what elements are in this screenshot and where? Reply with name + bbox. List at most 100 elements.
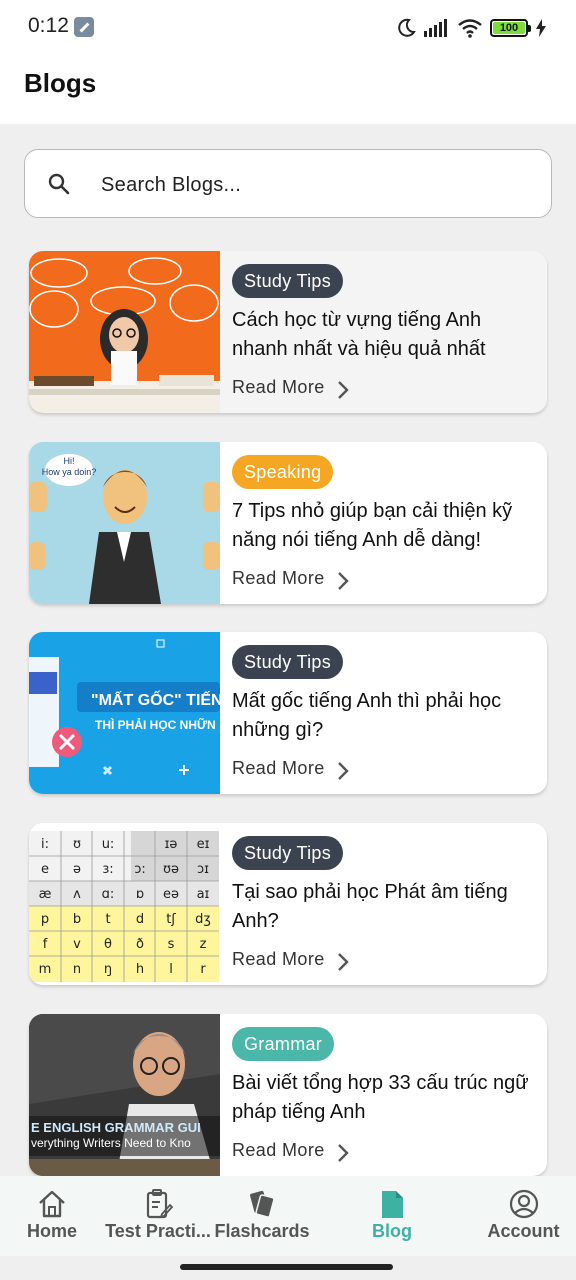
blog-card[interactable]: Study Tips Cách học từ vựng tiếng Anh nh… — [29, 251, 547, 413]
blog-thumbnail: "MẤT GỐC" TIẾNG THÌ PHẢI HỌC NHỮN — [29, 632, 220, 794]
status-time: 0:12 — [28, 14, 69, 37]
svg-text:ŋ: ŋ — [104, 962, 112, 977]
cards-icon — [250, 1190, 275, 1218]
read-more-link[interactable]: Read More — [232, 758, 325, 779]
chevron-right-icon[interactable] — [336, 380, 350, 400]
search-placeholder: Search Blogs... — [101, 174, 242, 196]
svg-text:ɑ:: ɑ: — [102, 887, 115, 902]
status-bar: 0:12 100 — [0, 0, 576, 56]
nav-label: Account — [487, 1221, 560, 1241]
thumb-heading: "MẤT GỐC" TIẾNG — [91, 689, 220, 709]
blog-card[interactable]: "MẤT GỐC" TIẾNG THÌ PHẢI HỌC NHỮN Study … — [29, 632, 547, 794]
blog-thumbnail — [29, 251, 220, 413]
nav-label: Test Practi... — [105, 1221, 211, 1241]
nav-home[interactable]: Home — [0, 1176, 104, 1256]
svg-text:ɪə: ɪə — [165, 837, 178, 852]
read-more-link[interactable]: Read More — [232, 1140, 325, 1161]
blog-title: Cách học từ vựng tiếng Anh nhanh nhất và… — [232, 309, 486, 360]
svg-text:dʒ: dʒ — [195, 912, 211, 927]
nav-flashcards[interactable]: Flashcards — [212, 1176, 312, 1256]
thumb-banner: E ENGLISH GRAMMAR GUI — [31, 1120, 201, 1135]
read-more-link[interactable]: Read More — [232, 377, 325, 398]
svg-text:θ: θ — [104, 937, 112, 952]
nav-label: Flashcards — [214, 1221, 310, 1241]
nav-label: Home — [26, 1221, 77, 1241]
nav-test-practice[interactable]: Test Practi... — [104, 1176, 212, 1256]
blog-card[interactable]: E ENGLISH GRAMMAR GUI verything Writers … — [29, 1014, 547, 1176]
chevron-right-icon[interactable] — [336, 761, 350, 781]
svg-text:p: p — [41, 912, 49, 927]
charging-icon — [536, 19, 546, 37]
search-input[interactable]: Search Blogs... — [24, 149, 552, 218]
category-tag: Study Tips — [232, 836, 344, 870]
wifi-icon — [458, 19, 482, 38]
wrench-icon — [74, 17, 94, 37]
category-tag: Study Tips — [232, 645, 344, 679]
moon-icon — [398, 18, 416, 37]
svg-text:m: m — [39, 962, 52, 977]
svg-text:s: s — [168, 937, 175, 952]
svg-text:ə: ə — [73, 862, 81, 877]
svg-text:l: l — [169, 962, 173, 977]
chevron-right-icon[interactable] — [336, 1143, 350, 1163]
thumb-banner-sub: verything Writers Need to Kno — [31, 1136, 191, 1150]
svg-text:eə: eə — [163, 887, 179, 902]
svg-text:d: d — [136, 912, 144, 927]
search-icon — [48, 173, 70, 195]
home-indicator[interactable] — [180, 1264, 393, 1270]
svg-text:ɔɪ: ɔɪ — [197, 862, 209, 877]
thumb-subheading: THÌ PHẢI HỌC NHỮN — [95, 717, 216, 732]
svg-text:b: b — [73, 912, 81, 927]
svg-text:r: r — [200, 962, 206, 977]
category-tag: Study Tips — [232, 264, 344, 298]
svg-text:ʊ: ʊ — [73, 837, 81, 852]
nav-label: Blog — [372, 1221, 412, 1241]
svg-text:ʌ: ʌ — [73, 887, 81, 902]
svg-text:ʊə: ʊə — [163, 862, 179, 877]
read-more-link[interactable]: Read More — [232, 568, 325, 589]
page-title: Blogs — [24, 68, 97, 98]
app-header: Blogs — [0, 56, 576, 124]
svg-text:ɜ:: ɜ: — [102, 862, 113, 877]
blog-thumbnail: E ENGLISH GRAMMAR GUI verything Writers … — [29, 1014, 220, 1176]
svg-text:v: v — [73, 937, 81, 952]
svg-text:f: f — [43, 937, 48, 952]
svg-text:eɪ: eɪ — [197, 837, 210, 852]
svg-text:aɪ: aɪ — [197, 887, 210, 902]
speech-bubble-line1: Hi! — [64, 456, 75, 466]
svg-text:tʃ: tʃ — [166, 912, 176, 927]
bottom-navigation: Home Test Practi... Flashcards Blog Acco… — [0, 1176, 576, 1256]
document-icon — [382, 1191, 403, 1218]
blog-thumbnail: Hi! How ya doin? — [29, 442, 220, 604]
home-icon — [39, 1190, 65, 1218]
blog-thumbnail: i: ʊ u: ɪə eɪ e ə ɜ: ɔ: ʊə ɔɪ æ ʌ ɑ: ɒ eə aɪ p b t d tʃ dʒ … — [29, 823, 220, 985]
nav-account[interactable]: Account — [476, 1176, 571, 1256]
read-more-link[interactable]: Read More — [232, 949, 325, 970]
blog-card[interactable]: Hi! How ya doin? Speaking 7 Tips nhỏ giú… — [29, 442, 547, 604]
svg-text:e: e — [41, 862, 49, 877]
nav-blog[interactable]: Blog — [352, 1176, 432, 1256]
chevron-right-icon[interactable] — [336, 571, 350, 591]
svg-text:t: t — [105, 912, 110, 927]
svg-text:ɔ:: ɔ: — [134, 862, 146, 877]
blog-title: Bài viết tổng hợp 33 cấu trúc ngữ pháp t… — [232, 1072, 529, 1123]
chevron-right-icon[interactable] — [336, 952, 350, 972]
signal-icon — [424, 19, 447, 37]
svg-text:h: h — [136, 962, 144, 977]
blog-card[interactable]: i: ʊ u: ɪə eɪ e ə ɜ: ɔ: ʊə ɔɪ æ ʌ ɑ: ɒ eə aɪ p b t d tʃ dʒ … — [29, 823, 547, 985]
svg-text:u:: u: — [102, 837, 115, 852]
blog-title: 7 Tips nhỏ giúp bạn cải thiện kỹ năng nó… — [232, 500, 513, 551]
svg-text:n: n — [73, 962, 81, 977]
svg-text:ð: ð — [136, 937, 144, 952]
svg-text:æ: æ — [39, 887, 52, 902]
battery-level: 100 — [493, 22, 525, 34]
blog-title: Tại sao phải học Phát âm tiếng Anh? — [232, 881, 508, 932]
speech-bubble-line2: How ya doin? — [42, 467, 97, 477]
category-tag: Grammar — [232, 1027, 335, 1061]
clipboard-edit-icon — [146, 1189, 174, 1219]
category-tag: Speaking — [232, 455, 334, 489]
status-icons: 100 — [396, 16, 546, 40]
svg-text:z: z — [200, 937, 207, 952]
battery-icon: 100 — [490, 19, 531, 37]
blog-title: Mất gốc tiếng Anh thì phải học những gì? — [232, 690, 502, 741]
